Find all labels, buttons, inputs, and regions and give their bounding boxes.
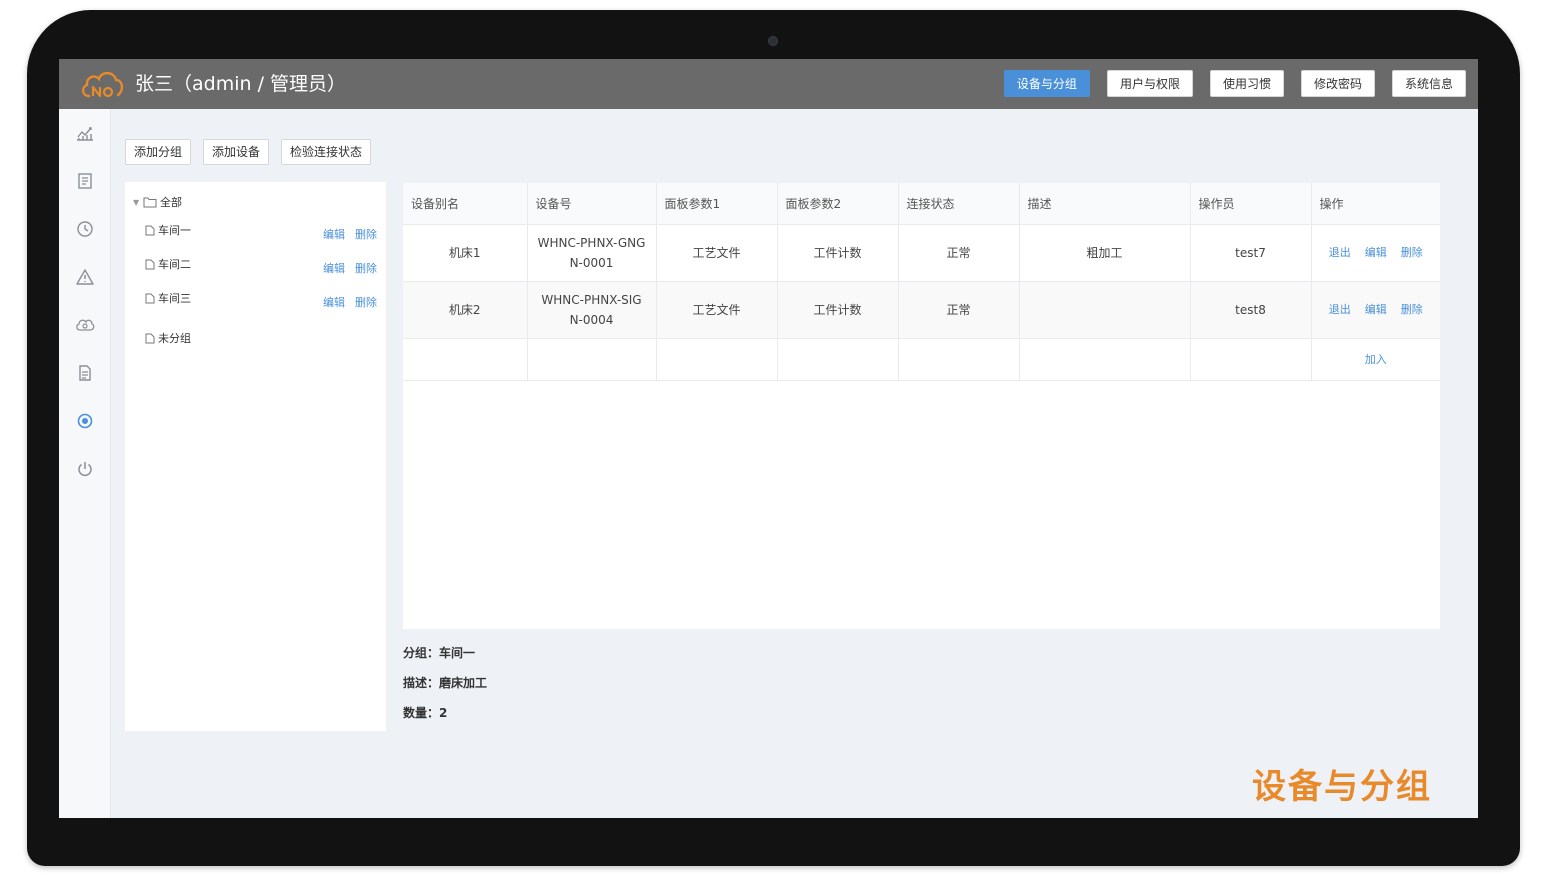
document-list-icon[interactable] [75,171,95,191]
info-count: 数量：2 [403,706,448,720]
cell-alias: 机床1 [403,224,528,282]
info-group: 分组：车间一 [403,646,476,660]
file-icon[interactable] [75,363,95,383]
cell-operator: test8 [1190,281,1312,339]
camera-icon [768,36,778,46]
tree-item-label: 车间三 [158,292,191,305]
add-device-button[interactable]: 添加设备 [203,139,270,165]
add-group-button[interactable]: 添加分组 [125,139,192,165]
tree-item-label: 车间一 [158,224,191,237]
edit-link[interactable]: 编辑 [1365,243,1387,263]
edit-group-link[interactable]: 编辑 [323,260,345,276]
cell-device-no: WHNC-PHNX-GNGN-0001 [527,224,657,282]
device-no-text: WHNC-PHNX-SIGN-0004 [541,292,642,327]
cell-status: 正常 [898,281,1020,339]
cell-ops: 退出 编辑 删除 [1311,281,1440,339]
column-header: 描述 [1019,183,1191,225]
nav-usage-habits[interactable]: 使用习惯 [1209,70,1284,97]
add-device-link[interactable]: 加入 [1365,353,1387,366]
cloud-logo-icon [81,71,124,98]
column-header: 操作 [1311,183,1440,225]
app-screen: 张三（admin / 管理员） 设备与分组 用户与权限 使用习惯 修改密码 系统… [59,59,1478,818]
column-header: 面板参数2 [777,183,899,225]
delete-group-link[interactable]: 删除 [355,226,377,242]
tree-item-ops: 编辑 删除 [323,226,377,242]
column-header: 面板参数1 [656,183,778,225]
tree-item-label: 未分组 [158,332,191,345]
top-bar: 张三（admin / 管理员） 设备与分组 用户与权限 使用习惯 修改密码 系统… [59,59,1478,109]
check-connection-button[interactable]: 检验连接状态 [281,139,372,165]
cell-param2: 工件计数 [777,281,899,339]
document-icon [145,293,155,303]
delete-group-link[interactable]: 删除 [355,294,377,310]
delete-link[interactable]: 删除 [1401,243,1423,263]
table-row: 机床2 WHNC-PHNX-SIGN-0004 工艺文件 工件计数 正常 tes… [403,281,1440,339]
edit-link[interactable]: 编辑 [1365,300,1387,320]
cell-status: 正常 [898,224,1020,282]
cell-param2: 工件计数 [777,224,899,282]
cell-desc [1019,281,1191,339]
nav-change-password[interactable]: 修改密码 [1300,70,1375,97]
cell-ops: 退出 编辑 删除 [1311,224,1440,282]
exit-link[interactable]: 退出 [1329,243,1351,263]
document-icon [145,259,155,269]
edit-group-link[interactable]: 编辑 [323,294,345,310]
tree-item-label: 车间二 [158,258,191,271]
tree-item-group-2[interactable]: 车间二 [145,256,191,272]
sidebar [59,109,111,818]
column-header: 连接状态 [898,183,1020,225]
chevron-down-icon[interactable]: ▼ [133,198,143,207]
cell-device-no: WHNC-PHNX-SIGN-0004 [527,281,657,339]
document-icon [145,225,155,235]
delete-group-link[interactable]: 删除 [355,260,377,276]
cell-param1: 工艺文件 [656,281,778,339]
table-add-row: 加入 [403,338,1440,381]
warning-icon[interactable] [75,267,95,287]
group-tree: ▼ 全部 车间一 编辑 删除 车间二 编辑 删除 车间三 编辑 删除 未分组 [125,182,386,731]
nav-users-permissions[interactable]: 用户与权限 [1106,70,1193,97]
table-header-row: 设备别名 设备号 面板参数1 面板参数2 连接状态 描述 操作员 操作 [403,183,1440,225]
tree-root-label: 全部 [160,196,182,209]
device-no-text: WHNC-PHNX-GNGN-0001 [537,235,646,270]
tree-item-ops: 编辑 删除 [323,260,377,276]
power-icon[interactable] [75,459,95,479]
chart-line-icon[interactable] [75,123,95,143]
settings-icon[interactable] [75,411,95,431]
nav-devices-groups[interactable]: 设备与分组 [1003,70,1090,97]
tree-item-ungrouped[interactable]: 未分组 [145,330,191,346]
tree-item-group-3[interactable]: 车间三 [145,290,191,306]
cell-operator: test7 [1190,224,1312,282]
clock-icon[interactable] [75,219,95,239]
tree-item-ops: 编辑 删除 [323,294,377,310]
document-icon [145,333,155,343]
table-row: 机床1 WHNC-PHNX-GNGN-0001 工艺文件 工件计数 正常 粗加工… [403,224,1440,282]
exit-link[interactable]: 退出 [1329,300,1351,320]
folder-icon [143,197,157,208]
cell-desc: 粗加工 [1019,224,1191,282]
device-table: 设备别名 设备号 面板参数1 面板参数2 连接状态 描述 操作员 操作 机床1 … [403,183,1440,629]
page-caption: 设备与分组 [1252,767,1432,807]
tree-item-group-1[interactable]: 车间一 [145,222,191,238]
column-header: 操作员 [1190,183,1312,225]
info-desc: 描述：磨床加工 [403,676,488,690]
cell-param1: 工艺文件 [656,224,778,282]
cloud-icon[interactable] [75,315,95,335]
column-header: 设备号 [527,183,657,225]
delete-link[interactable]: 删除 [1401,300,1423,320]
cell-alias: 机床2 [403,281,528,339]
toolbar: 添加分组 添加设备 检验连接状态 [125,139,372,165]
column-header: 设备别名 [403,183,528,225]
edit-group-link[interactable]: 编辑 [323,226,345,242]
tree-root[interactable]: ▼ 全部 [133,194,182,210]
cell-add: 加入 [1311,338,1440,381]
top-nav: 设备与分组 用户与权限 使用习惯 修改密码 系统信息 [1003,70,1466,97]
nav-system-info[interactable]: 系统信息 [1391,70,1466,97]
user-title: 张三（admin / 管理员） [135,73,347,95]
